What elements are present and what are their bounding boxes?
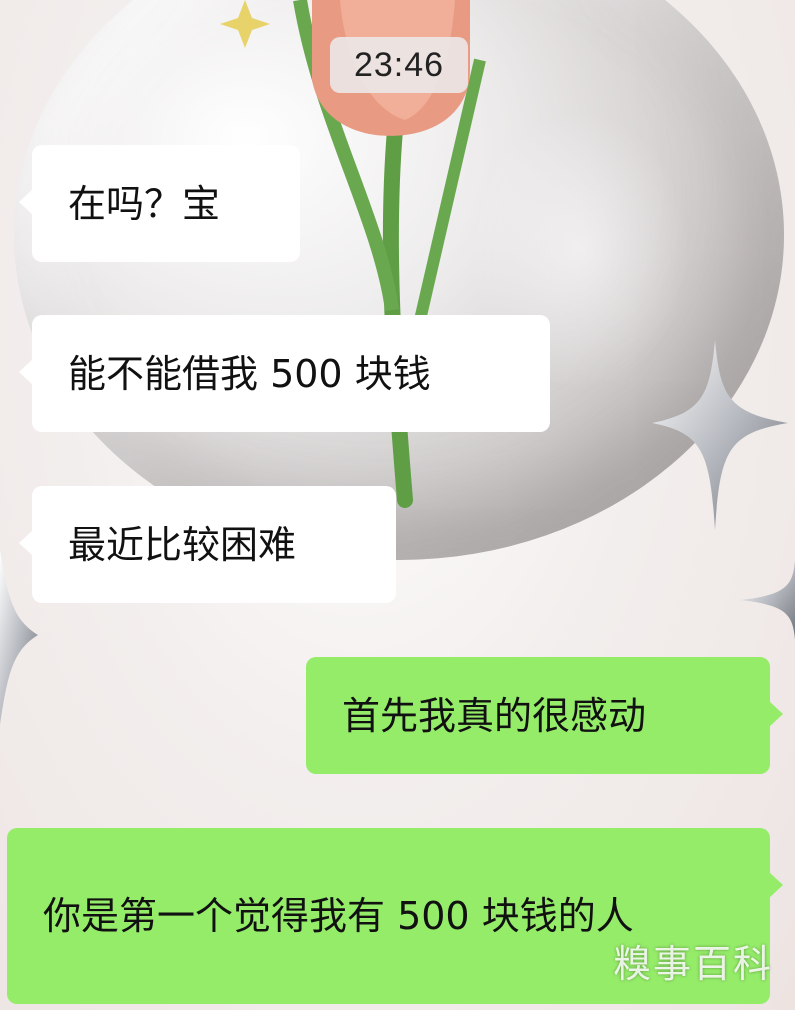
- outgoing-message-bubble[interactable]: 首先我真的很感动: [306, 657, 783, 774]
- sparkle-icon: [740, 560, 795, 640]
- message-text: 你是第一个觉得我有 500 块钱的人: [43, 894, 634, 938]
- sparkle-icon: [652, 340, 788, 530]
- message-text: 首先我真的很感动: [342, 693, 647, 738]
- watermark-logo: 糗事百科: [612, 942, 773, 986]
- message-timestamp: 23:46: [330, 37, 468, 93]
- incoming-message-bubble[interactable]: 能不能借我 500 块钱: [19, 315, 550, 432]
- incoming-message-bubble[interactable]: 最近比较困难: [19, 486, 396, 603]
- message-text: 在吗？宝: [68, 181, 221, 226]
- incoming-message-bubble[interactable]: 在吗？宝: [19, 145, 300, 262]
- message-text: 能不能借我 500 块钱: [68, 351, 431, 396]
- message-text: 最近比较困难: [68, 522, 297, 567]
